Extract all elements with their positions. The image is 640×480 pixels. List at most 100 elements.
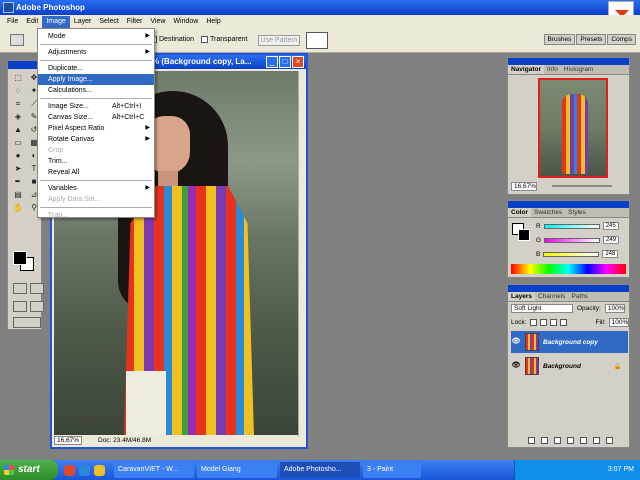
minimize-icon[interactable]: _: [266, 56, 278, 68]
menu-item-canvas-size[interactable]: Canvas Size... Alt+Ctrl+C: [38, 112, 154, 123]
task-paint[interactable]: 3 - Paint: [363, 462, 421, 478]
panel-header[interactable]: [508, 201, 629, 208]
start-button[interactable]: start: [0, 460, 58, 480]
clock[interactable]: 3:07 PM: [608, 466, 634, 473]
tab-info[interactable]: Info: [544, 65, 561, 74]
lock-transparent-icon[interactable]: [529, 319, 537, 326]
menu-filter[interactable]: Filter: [123, 16, 147, 28]
menu-edit[interactable]: Edit: [22, 16, 42, 28]
menu-layer[interactable]: Layer: [70, 16, 96, 28]
menu-view[interactable]: View: [146, 16, 169, 28]
lock-image-icon[interactable]: [539, 319, 547, 326]
document-vertical-scrollbar[interactable]: [298, 71, 306, 437]
eraser-tool-icon[interactable]: ▭: [11, 137, 25, 148]
eye-icon[interactable]: 👁: [511, 337, 521, 347]
close-icon[interactable]: ×: [292, 56, 304, 68]
channel-r-value[interactable]: 245: [602, 222, 619, 230]
destination-option[interactable]: Destination: [150, 36, 194, 43]
fill-field[interactable]: 100%: [608, 318, 629, 327]
menu-item-variables[interactable]: Variables ▶: [38, 183, 154, 194]
presets-tab[interactable]: Presets: [576, 34, 607, 45]
eye-icon[interactable]: 👁: [511, 361, 521, 371]
menu-help[interactable]: Help: [202, 16, 224, 28]
blur-tool-icon[interactable]: ●: [11, 150, 25, 161]
channel-b-value[interactable]: 248: [602, 250, 619, 258]
tab-styles[interactable]: Styles: [565, 208, 589, 217]
channel-r-slider[interactable]: [543, 223, 600, 229]
full-screen-mode-icon[interactable]: [30, 301, 44, 312]
notes-tool-icon[interactable]: ▤: [11, 189, 25, 200]
menu-item-trim[interactable]: Trim...: [38, 156, 154, 167]
patch-tool-preset-icon[interactable]: [10, 34, 24, 46]
menu-file[interactable]: File: [3, 16, 22, 28]
opacity-field[interactable]: 100%: [604, 304, 625, 313]
path-select-tool-icon[interactable]: ➤: [11, 163, 25, 174]
tab-histogram[interactable]: Histogram: [561, 65, 597, 74]
tab-layers[interactable]: Layers: [508, 292, 535, 301]
blend-mode-select[interactable]: Soft Light: [511, 304, 573, 313]
menu-select[interactable]: Select: [95, 16, 122, 28]
channel-g-value[interactable]: 249: [603, 236, 620, 244]
quick-mask-mode-icon[interactable]: [30, 283, 44, 294]
crop-tool-icon[interactable]: ⌗: [11, 98, 25, 109]
tab-navigator[interactable]: Navigator: [508, 65, 544, 74]
transparent-checkbox[interactable]: [201, 36, 208, 43]
navigator-zoom-slider[interactable]: [552, 185, 612, 187]
panel-header[interactable]: [508, 285, 629, 292]
menu-item-duplicate[interactable]: Duplicate...: [38, 63, 154, 74]
panel-header[interactable]: [508, 58, 629, 65]
task-photoshop[interactable]: Adobe Photosho...: [280, 462, 360, 478]
menu-item-image-size[interactable]: Image Size... Alt+Ctrl+I: [38, 101, 154, 112]
menu-image[interactable]: Image: [42, 15, 70, 28]
menu-item-calculations[interactable]: Calculations...: [38, 85, 154, 96]
layer-mask-icon[interactable]: [554, 437, 561, 444]
link-layers-icon[interactable]: [528, 437, 535, 444]
screen-mode-icon[interactable]: [13, 301, 27, 312]
pen-tool-icon[interactable]: ✒: [11, 176, 25, 187]
quick-launch-icon[interactable]: [64, 464, 75, 476]
document-zoom-field[interactable]: 16.67%: [54, 435, 82, 445]
hand-tool-icon[interactable]: ✋: [11, 202, 25, 213]
color-spectrum-bar[interactable]: [511, 264, 626, 274]
menu-item-pixel-aspect-ratio[interactable]: Pixel Aspect Ratio ▶: [38, 123, 154, 134]
menu-item-mode[interactable]: Mode ▶: [38, 31, 154, 42]
brushes-tab[interactable]: Brushes: [543, 34, 576, 45]
layer-style-icon[interactable]: [541, 437, 548, 444]
use-pattern-button[interactable]: Use Pattern: [258, 35, 300, 46]
pattern-picker[interactable]: [306, 32, 328, 49]
navigator-preview[interactable]: [538, 78, 608, 178]
color-bg-swatch[interactable]: [518, 229, 530, 241]
maximize-icon[interactable]: □: [279, 56, 291, 68]
menu-item-apply-image[interactable]: Apply Image...: [38, 74, 154, 85]
trash-icon[interactable]: [606, 437, 613, 444]
marquee-tool-icon[interactable]: ⬚: [11, 72, 25, 83]
channel-g-slider[interactable]: [544, 237, 601, 243]
adjustment-layer-icon[interactable]: [580, 437, 587, 444]
standard-mode-icon[interactable]: [13, 283, 27, 294]
lasso-tool-icon[interactable]: ◌: [11, 85, 25, 96]
menu-item-rotate-canvas[interactable]: Rotate Canvas ▶: [38, 134, 154, 145]
channel-b-slider[interactable]: [543, 251, 600, 257]
menu-item-adjustments[interactable]: Adjustments ▶: [38, 47, 154, 58]
task-caravanviet[interactable]: CaravanVIET - W...: [114, 462, 194, 478]
doc-size-info[interactable]: Doc: 23.4M/46.8M: [98, 437, 151, 444]
tab-paths[interactable]: Paths: [568, 292, 591, 301]
quick-launch-icon[interactable]: [94, 464, 105, 476]
jump-to-imageready-icon[interactable]: [13, 317, 41, 328]
stamp-tool-icon[interactable]: ▲: [11, 124, 25, 135]
foreground-color-swatch[interactable]: [13, 251, 27, 265]
new-group-icon[interactable]: [567, 437, 574, 444]
layer-background[interactable]: 👁 Background 🔒: [511, 355, 628, 377]
menu-window[interactable]: Window: [169, 16, 202, 28]
comps-tab[interactable]: Comps: [607, 34, 636, 45]
layer-background-copy[interactable]: 👁 Background copy: [511, 331, 628, 353]
tab-color[interactable]: Color: [508, 208, 531, 217]
menu-item-reveal-all[interactable]: Reveal All: [38, 167, 154, 178]
ie-icon[interactable]: [79, 464, 90, 476]
tab-swatches[interactable]: Swatches: [531, 208, 565, 217]
tab-channels[interactable]: Channels: [535, 292, 568, 301]
lock-position-icon[interactable]: [549, 319, 557, 326]
navigator-zoom-field[interactable]: 16.67%: [511, 182, 537, 191]
patch-tool-icon[interactable]: ◈: [11, 111, 25, 122]
transparent-option[interactable]: Transparent: [201, 36, 247, 43]
